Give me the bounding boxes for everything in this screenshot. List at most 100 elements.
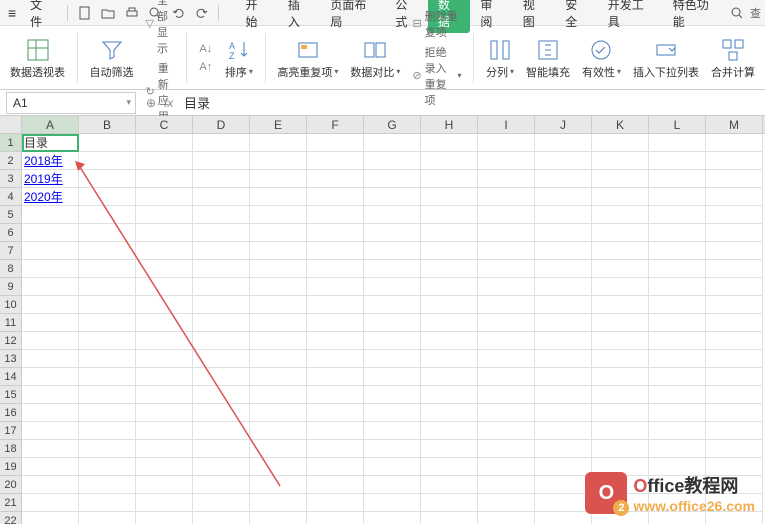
cell[interactable]	[136, 440, 193, 458]
new-doc-icon[interactable]	[77, 5, 92, 21]
zoom-icon[interactable]: ⊕	[142, 96, 160, 110]
cell[interactable]	[421, 152, 478, 170]
cell[interactable]	[592, 368, 649, 386]
text-to-col-button[interactable]: 分列▾	[484, 29, 516, 87]
cell[interactable]	[364, 404, 421, 422]
cell[interactable]	[478, 350, 535, 368]
column-header[interactable]: E	[250, 116, 307, 133]
cell[interactable]	[478, 512, 535, 524]
cell[interactable]	[421, 386, 478, 404]
cell[interactable]	[535, 134, 592, 152]
cell[interactable]	[79, 134, 136, 152]
cell[interactable]	[364, 278, 421, 296]
cell[interactable]	[364, 170, 421, 188]
cell[interactable]	[478, 296, 535, 314]
cell[interactable]	[79, 332, 136, 350]
cell[interactable]	[421, 332, 478, 350]
cell[interactable]	[79, 458, 136, 476]
cell[interactable]	[592, 296, 649, 314]
cell[interactable]	[478, 386, 535, 404]
cell[interactable]	[250, 314, 307, 332]
cell[interactable]	[706, 242, 763, 260]
cell[interactable]	[307, 242, 364, 260]
cell[interactable]	[22, 206, 79, 224]
cell[interactable]	[79, 494, 136, 512]
cell[interactable]	[79, 314, 136, 332]
cell[interactable]	[250, 476, 307, 494]
cell[interactable]	[22, 224, 79, 242]
cell[interactable]	[250, 152, 307, 170]
cell[interactable]	[649, 494, 706, 512]
cell[interactable]	[421, 278, 478, 296]
row-header[interactable]: 2	[0, 152, 21, 170]
formula-content[interactable]: 目录	[178, 93, 765, 112]
cell[interactable]	[22, 422, 79, 440]
cell[interactable]	[535, 440, 592, 458]
row-header[interactable]: 6	[0, 224, 21, 242]
cell[interactable]	[22, 296, 79, 314]
column-header[interactable]: B	[79, 116, 136, 133]
cell[interactable]	[478, 224, 535, 242]
cell[interactable]	[193, 350, 250, 368]
cell[interactable]	[136, 188, 193, 206]
cell[interactable]	[706, 134, 763, 152]
row-header[interactable]: 8	[0, 260, 21, 278]
fx-icon[interactable]: fx	[160, 96, 178, 110]
cell[interactable]	[649, 152, 706, 170]
cell[interactable]	[421, 134, 478, 152]
row-header[interactable]: 1	[0, 134, 21, 152]
cell[interactable]	[706, 404, 763, 422]
cell[interactable]	[478, 314, 535, 332]
cell[interactable]	[250, 332, 307, 350]
cell[interactable]	[478, 206, 535, 224]
cell[interactable]	[649, 314, 706, 332]
cell[interactable]	[193, 512, 250, 524]
cell[interactable]	[307, 206, 364, 224]
cell[interactable]	[307, 386, 364, 404]
cell[interactable]	[535, 350, 592, 368]
cell[interactable]	[250, 422, 307, 440]
cell[interactable]	[193, 494, 250, 512]
cell[interactable]	[136, 224, 193, 242]
cell[interactable]	[706, 494, 763, 512]
flash-fill-button[interactable]: 智能填充	[524, 29, 572, 87]
row-header[interactable]: 5	[0, 206, 21, 224]
cell[interactable]	[421, 224, 478, 242]
cell[interactable]	[421, 368, 478, 386]
print-icon[interactable]	[124, 5, 139, 21]
cell[interactable]	[592, 458, 649, 476]
cell[interactable]	[478, 278, 535, 296]
cell[interactable]	[307, 224, 364, 242]
cell[interactable]	[478, 260, 535, 278]
cell[interactable]	[22, 350, 79, 368]
cell[interactable]	[421, 260, 478, 278]
cell[interactable]	[706, 476, 763, 494]
cell[interactable]	[193, 242, 250, 260]
cell[interactable]	[649, 188, 706, 206]
cell[interactable]	[79, 422, 136, 440]
row-header[interactable]: 3	[0, 170, 21, 188]
cell[interactable]	[592, 440, 649, 458]
cell[interactable]	[535, 152, 592, 170]
cell[interactable]	[706, 386, 763, 404]
cell[interactable]	[535, 224, 592, 242]
cell[interactable]	[478, 134, 535, 152]
cell[interactable]	[364, 134, 421, 152]
row-header[interactable]: 15	[0, 386, 21, 404]
cell[interactable]	[79, 476, 136, 494]
cell[interactable]	[136, 350, 193, 368]
cell[interactable]	[535, 314, 592, 332]
cell[interactable]	[307, 512, 364, 524]
cell[interactable]	[478, 188, 535, 206]
cell[interactable]	[421, 476, 478, 494]
column-header[interactable]: J	[535, 116, 592, 133]
open-icon[interactable]	[101, 5, 116, 21]
cell[interactable]	[592, 494, 649, 512]
cell[interactable]	[22, 386, 79, 404]
cell[interactable]	[478, 152, 535, 170]
cell[interactable]	[22, 368, 79, 386]
cell[interactable]	[535, 296, 592, 314]
cell[interactable]	[706, 368, 763, 386]
cell[interactable]	[307, 494, 364, 512]
auto-filter-button[interactable]: 自动筛选	[88, 29, 136, 87]
